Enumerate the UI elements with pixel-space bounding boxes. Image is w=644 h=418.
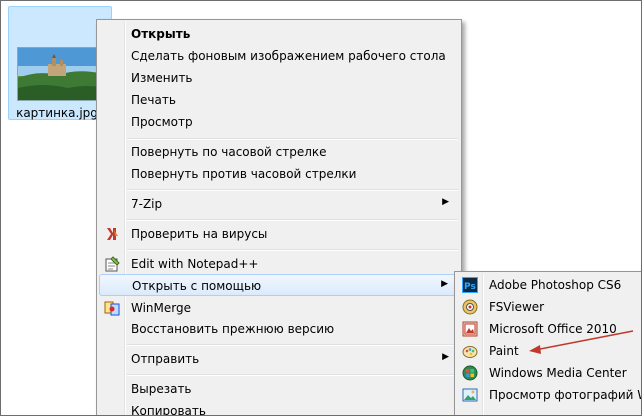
annotation-arrow (529, 330, 634, 354)
desktop-area: картинка.jpg Открыть Сделать фоновым изо… (0, 0, 642, 416)
